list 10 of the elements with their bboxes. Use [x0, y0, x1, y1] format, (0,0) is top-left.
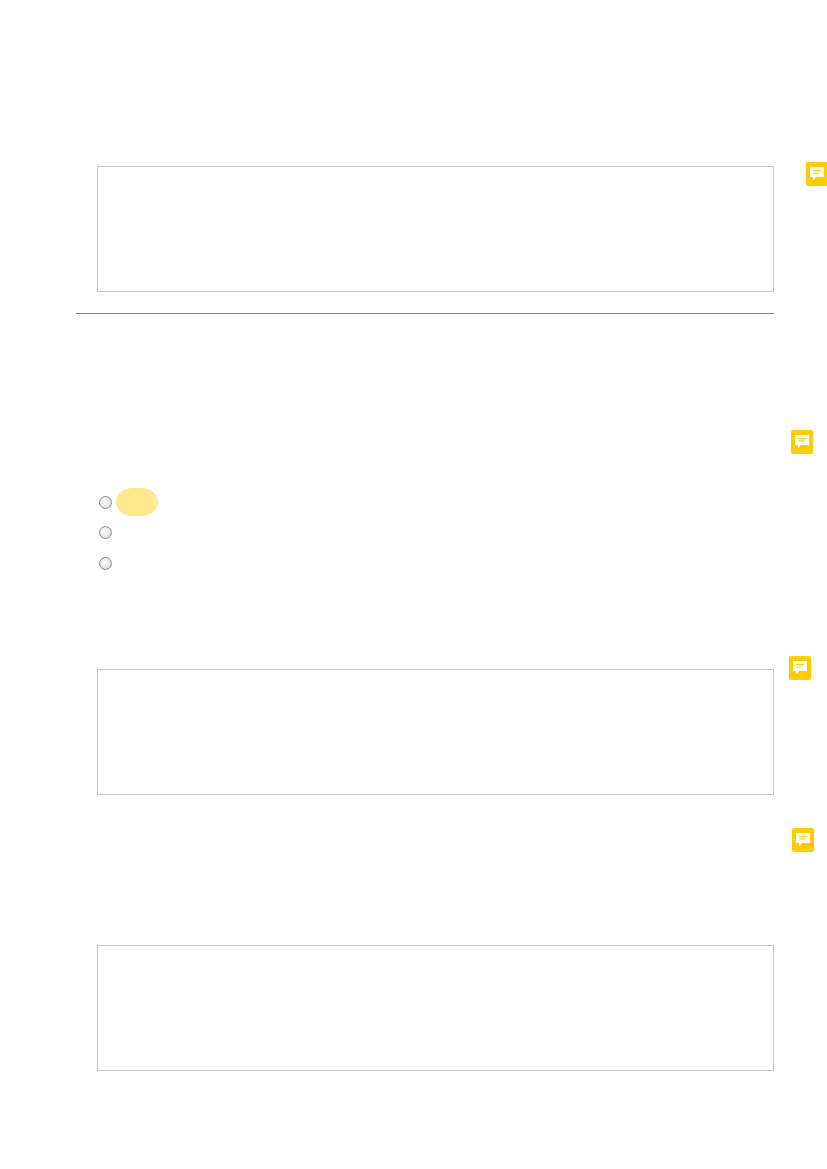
comment-icon[interactable]	[789, 656, 811, 680]
comment-icon[interactable]	[806, 162, 827, 186]
radio-button[interactable]	[99, 556, 112, 570]
radio-button[interactable]	[99, 526, 112, 540]
comment-icon[interactable]	[792, 828, 814, 852]
comment-icon[interactable]	[791, 430, 813, 454]
answer-box[interactable]	[97, 166, 774, 292]
radio-button[interactable]	[99, 495, 112, 509]
answer-box[interactable]	[97, 945, 774, 1071]
answer-box[interactable]	[97, 669, 774, 795]
